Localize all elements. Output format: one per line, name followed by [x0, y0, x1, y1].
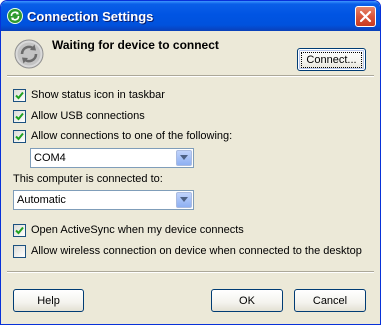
allow-usb-checkbox[interactable]	[13, 109, 26, 123]
close-icon	[359, 10, 372, 23]
checkmark-icon	[15, 226, 24, 234]
connected-to-label: This computer is connected to:	[13, 173, 163, 185]
connection-settings-dialog: Connection Settings Waiting for device t…	[0, 0, 381, 325]
port-select[interactable]: COM4	[30, 148, 194, 168]
show-status-icon-label: Show status icon in taskbar	[31, 89, 165, 101]
checkmark-icon	[15, 112, 24, 120]
allow-connections-checkbox[interactable]	[13, 129, 26, 143]
open-activesync-label: Open ActiveSync when my device connects	[31, 224, 244, 236]
allow-wireless-option[interactable]: Allow wireless connection on device when…	[13, 244, 362, 258]
port-select-dropdown-button[interactable]	[176, 150, 192, 166]
connected-to-dropdown-button[interactable]	[176, 192, 192, 208]
ok-button[interactable]: OK	[211, 289, 283, 312]
cancel-button-label: Cancel	[312, 294, 348, 307]
allow-wireless-checkbox[interactable]	[13, 244, 26, 258]
connection-status-text: Waiting for device to connect	[52, 38, 219, 52]
show-status-icon-option[interactable]: Show status icon in taskbar	[13, 88, 165, 102]
allow-wireless-label: Allow wireless connection on device when…	[31, 245, 362, 257]
connect-button[interactable]: Connect...	[297, 48, 366, 71]
allow-usb-label: Allow USB connections	[31, 110, 145, 122]
show-status-icon-checkbox[interactable]	[13, 88, 26, 102]
activesync-icon	[7, 8, 23, 24]
top-divider	[7, 75, 374, 77]
open-activesync-checkbox[interactable]	[13, 223, 26, 237]
chevron-down-icon	[180, 155, 188, 160]
allow-connections-label: Allow connections to one of the followin…	[31, 130, 233, 142]
allow-connections-option[interactable]: Allow connections to one of the followin…	[13, 129, 232, 143]
connected-to-select[interactable]: Automatic	[13, 190, 194, 210]
title-bar[interactable]: Connection Settings	[1, 1, 380, 31]
help-button[interactable]: Help	[13, 289, 84, 312]
chevron-down-icon	[180, 197, 188, 202]
sync-arrows-icon	[14, 39, 44, 69]
checkmark-icon	[15, 91, 24, 99]
allow-usb-option[interactable]: Allow USB connections	[13, 109, 145, 123]
close-button[interactable]	[355, 6, 376, 27]
port-select-value: COM4	[34, 152, 66, 164]
checkmark-icon	[15, 132, 24, 140]
help-button-label: Help	[37, 294, 60, 307]
connect-button-label: Connect...	[301, 51, 362, 68]
connected-to-select-value: Automatic	[17, 194, 66, 206]
open-activesync-option[interactable]: Open ActiveSync when my device connects	[13, 223, 244, 237]
cancel-button[interactable]: Cancel	[294, 289, 366, 312]
bottom-divider	[7, 271, 374, 273]
window-title: Connection Settings	[27, 9, 154, 24]
ok-button-label: OK	[239, 294, 255, 307]
